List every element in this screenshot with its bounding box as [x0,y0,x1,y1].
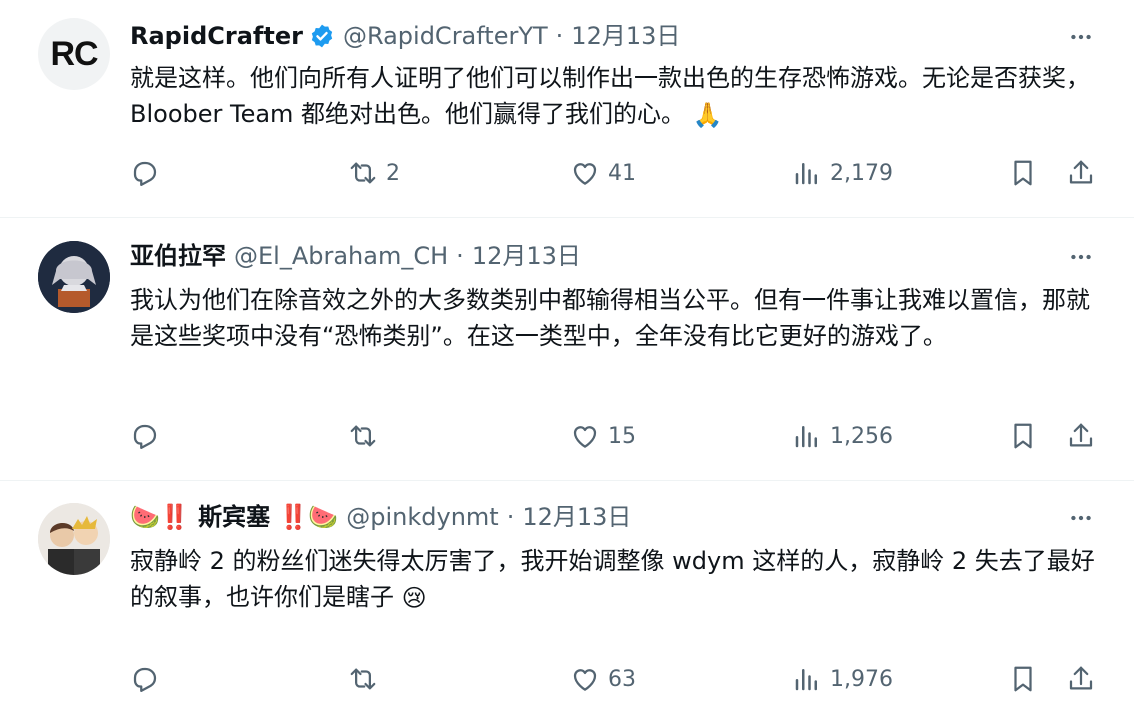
reply-icon [133,667,157,692]
action-bar: 15 1,256 [130,418,1096,454]
bookmark-icon [1014,160,1032,186]
tweet-1[interactable]: RC RapidCrafter @RapidCrafterYT · 12月13日… [0,0,1134,218]
tweet-text: 就是这样。他们向所有人证明了他们可以制作出一款出色的生存恐怖游戏。无论是否获奖，… [130,60,1095,133]
more-icon[interactable] [1066,22,1096,52]
retweet-count: 2 [386,160,400,186]
like-button[interactable]: 63 [570,664,636,694]
like-count: 15 [608,423,636,449]
views-count: 1,976 [830,666,893,692]
user-handle[interactable]: @pinkdynmt [346,501,498,533]
like-button[interactable]: 41 [570,158,636,188]
retweet-button[interactable] [348,664,386,694]
bookmark-button[interactable] [1008,158,1038,188]
display-name[interactable]: 🍉‼️ 斯宾塞 ‼️🍉 [130,501,338,533]
tweet-2[interactable]: 亚伯拉罕 @El_Abraham_CH · 12月13日 我认为他们在除音效之外… [0,218,1134,481]
tweet-text-content: 寂静岭 2 的粉丝们迷失得太厉害了，我开始调整像 wdym 这样的人，寂静岭 2… [130,547,1095,611]
views-button[interactable]: 1,256 [792,421,893,451]
avatar-pinkdynmt[interactable] [38,503,110,575]
like-button[interactable]: 15 [570,421,636,451]
like-icon [573,163,597,185]
views-button[interactable]: 1,976 [792,664,893,694]
avatar-el-abraham[interactable] [38,241,110,313]
share-button[interactable] [1066,158,1096,188]
share-button[interactable] [1066,664,1096,694]
tweet-text-content: 就是这样。他们向所有人证明了他们可以制作出一款出色的生存恐怖游戏。无论是否获奖，… [130,64,1090,128]
reply-button[interactable] [130,158,160,188]
action-bar: 63 1,976 [130,661,1096,697]
crying-emoji: 😢 [401,584,427,612]
tweet-header: 🍉‼️ 斯宾塞 ‼️🍉 @pinkdynmt · 12月13日 [130,501,631,533]
retweet-button[interactable] [348,421,386,451]
views-icon [795,426,817,448]
share-icon [1069,666,1093,690]
bookmark-button[interactable] [1008,421,1038,451]
display-name[interactable]: RapidCrafter [130,20,303,52]
avatar-logo-text: RC [50,34,98,73]
like-icon [573,426,597,448]
action-bar: 2 41 2,179 [130,155,1096,191]
views-icon [795,163,817,185]
verified-badge-icon [309,23,335,49]
share-button[interactable] [1066,421,1096,451]
tweet-header: RapidCrafter @RapidCrafterYT · 12月13日 [130,20,680,52]
praying-hands-emoji: 🙏 [692,101,723,129]
share-icon [1069,160,1093,184]
views-count: 1,256 [830,423,893,449]
tweet-header: 亚伯拉罕 @El_Abraham_CH · 12月13日 [130,240,581,272]
retweet-button[interactable]: 2 [348,158,400,188]
display-name[interactable]: 亚伯拉罕 [130,240,226,272]
reply-icon [133,161,157,186]
views-button[interactable]: 2,179 [792,158,893,188]
views-icon [795,669,817,691]
tweet-date[interactable]: 12月13日 [522,501,631,533]
tweet-text: 我认为他们在除音效之外的大多数类别中都输得相当公平。但有一件事让我难以置信，那就… [130,282,1095,354]
user-handle[interactable]: @El_Abraham_CH [234,240,448,272]
bookmark-icon [1014,423,1032,449]
like-icon [573,669,597,691]
tweet-text-content: 我认为他们在除音效之外的大多数类别中都输得相当公平。但有一件事让我难以置信，那就… [130,286,1090,350]
avatar-rapidcrafter[interactable]: RC [38,18,110,90]
more-icon[interactable] [1066,242,1096,272]
tweet-text: 寂静岭 2 的粉丝们迷失得太厉害了，我开始调整像 wdym 这样的人，寂静岭 2… [130,543,1095,616]
reply-button[interactable] [130,421,160,451]
retweet-icon [350,425,376,447]
tweet-date[interactable]: 12月13日 [571,20,680,52]
reply-button[interactable] [130,664,160,694]
like-count: 41 [608,160,636,186]
separator-dot: · [506,503,515,531]
separator-dot: · [555,22,564,50]
reply-icon [133,424,157,449]
share-icon [1069,423,1093,447]
user-handle[interactable]: @RapidCrafterYT [343,20,548,52]
separator-dot: · [456,242,464,270]
retweet-icon [350,668,376,690]
tweet-date[interactable]: 12月13日 [472,240,581,272]
tweet-feed: RC RapidCrafter @RapidCrafterYT · 12月13日… [0,0,1134,726]
like-count: 63 [608,666,636,692]
tweet-3[interactable]: 🍉‼️ 斯宾塞 ‼️🍉 @pinkdynmt · 12月13日 寂静岭 2 的粉… [0,481,1134,726]
retweet-icon [350,162,376,184]
bookmark-button[interactable] [1008,664,1038,694]
views-count: 2,179 [830,160,893,186]
more-icon[interactable] [1066,503,1096,533]
bookmark-icon [1014,666,1032,692]
